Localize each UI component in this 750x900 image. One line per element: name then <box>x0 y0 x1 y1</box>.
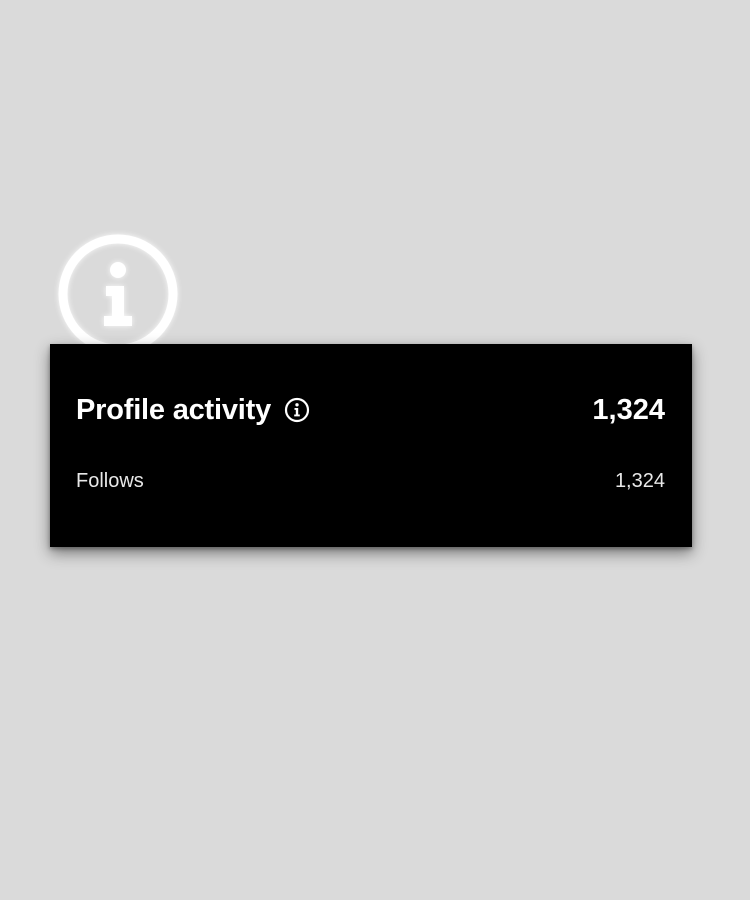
title-group: Profile activity <box>76 394 310 427</box>
follows-label: Follows <box>76 469 144 492</box>
profile-activity-card: Profile activity 1,324 Follows 1,324 <box>50 344 692 547</box>
follows-value: 1,324 <box>614 469 665 492</box>
info-icon-graphic <box>58 234 178 354</box>
info-icon[interactable] <box>58 234 178 354</box>
follows-row[interactable]: Follows 1,324 <box>76 468 665 494</box>
info-icon[interactable] <box>284 397 310 423</box>
profile-activity-title: Profile activity <box>76 393 272 426</box>
profile-activity-header: Profile activity 1,324 <box>76 390 665 430</box>
profile-activity-total: 1,324 <box>592 393 665 426</box>
